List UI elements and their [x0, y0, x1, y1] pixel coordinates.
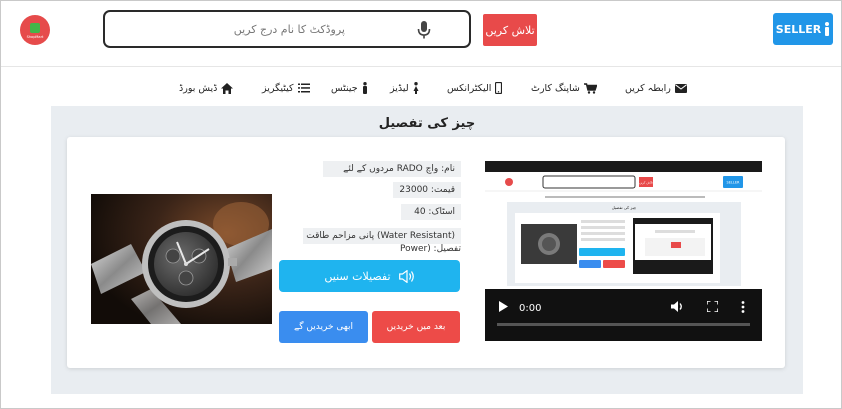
list-icon [297, 83, 310, 93]
thumb-search-button: تلاش کریں [639, 181, 653, 185]
search-box [103, 10, 471, 48]
envelope-icon [674, 83, 687, 93]
nav-item-dashboard[interactable]: ڈیش بورڈ [179, 80, 234, 96]
speaker-icon [398, 269, 414, 283]
nav-item-contact[interactable]: رابطہ کریں [625, 80, 687, 96]
video-progress-bar[interactable] [497, 323, 750, 326]
main-content: چیز کی تفصیل تلاش کریں SELLER چیز کی تفص… [51, 106, 803, 394]
nav-item-label: رابطہ کریں [625, 82, 671, 94]
search-button[interactable]: تلاش کریں [483, 14, 537, 46]
cart-icon [583, 82, 597, 94]
home-icon [221, 82, 234, 94]
nav-item-label: ڈیش بورڈ [179, 82, 218, 94]
nav-item-label: شاپنگ کارٹ [531, 82, 580, 94]
listen-details-button[interactable]: تفصیلات سنیں [279, 260, 460, 292]
nav-item-ladies[interactable]: لیڈیز [390, 80, 419, 96]
video-time: 0:00 [519, 303, 542, 314]
seller-button[interactable]: SELLER [773, 13, 833, 45]
product-video[interactable]: تلاش کریں SELLER چیز کی تفصیل 0:00 [485, 161, 762, 341]
nav-item-gents[interactable]: جینٹس [331, 80, 368, 96]
page-title: چیز کی تفصیل [378, 116, 476, 131]
video-controls: 0:00 [485, 289, 762, 341]
person-icon [825, 22, 830, 36]
nav-item-label: لیڈیز [390, 82, 409, 94]
video-thumbnail: تلاش کریں SELLER چیز کی تفصیل [485, 172, 762, 289]
nav-item-label: جینٹس [331, 82, 358, 94]
product-details-line1: (Water Resistant) پانی مزاحم طاقت [303, 228, 461, 244]
volume-icon[interactable] [671, 301, 684, 312]
nav-item-electronics[interactable]: الیکٹرانکس [447, 80, 503, 96]
play-icon[interactable] [499, 301, 508, 312]
header: ShopMart تلاش کریں SELLER [1, 1, 841, 67]
product-image [91, 194, 272, 324]
site-logo[interactable]: ShopMart [20, 15, 50, 45]
product-price: قیمت: 23000 [393, 182, 461, 198]
logo-mark-icon [30, 23, 40, 33]
logo-text: ShopMart [26, 35, 44, 39]
product-details-line2: تفصیل: (Power [399, 244, 461, 254]
main-nav: رابطہ کریں شاپنگ کارٹ الیکٹرانکس لیڈیز ج… [1, 68, 841, 106]
search-input[interactable] [115, 20, 345, 38]
watch-photo [91, 194, 272, 324]
buy-later-button[interactable]: بعد میں خریدیں [372, 311, 460, 343]
nav-item-label: الیکٹرانکس [447, 82, 492, 94]
listen-button-label: تفصیلات سنیں [324, 269, 391, 283]
thumb-seller-button: SELLER [727, 181, 741, 185]
video-frame: تلاش کریں SELLER چیز کی تفصیل [485, 172, 762, 289]
thumb-title: چیز کی تفصیل [612, 205, 637, 210]
seller-button-label: SELLER [775, 22, 822, 36]
nav-item-categories[interactable]: کیٹیگریز [262, 80, 310, 96]
fullscreen-icon[interactable] [707, 301, 718, 312]
nav-item-cart[interactable]: شاپنگ کارٹ [531, 80, 597, 96]
more-options-icon[interactable] [741, 301, 745, 313]
product-card: تلاش کریں SELLER چیز کی تفصیل 0:00 نام: … [67, 137, 785, 368]
microphone-icon[interactable] [417, 21, 431, 39]
nav-item-label: کیٹیگریز [262, 82, 294, 94]
mobile-icon [495, 82, 503, 94]
product-name: نام: واچ RADO مردوں کے لئے [323, 161, 461, 177]
buy-now-button[interactable]: ابھی خریدیں گے [279, 311, 368, 343]
product-stock: اسٹاک: 40 [401, 204, 461, 220]
female-icon [413, 82, 419, 94]
page: ShopMart تلاش کریں SELLER رابطہ کریں [0, 0, 842, 409]
male-icon [362, 82, 367, 94]
